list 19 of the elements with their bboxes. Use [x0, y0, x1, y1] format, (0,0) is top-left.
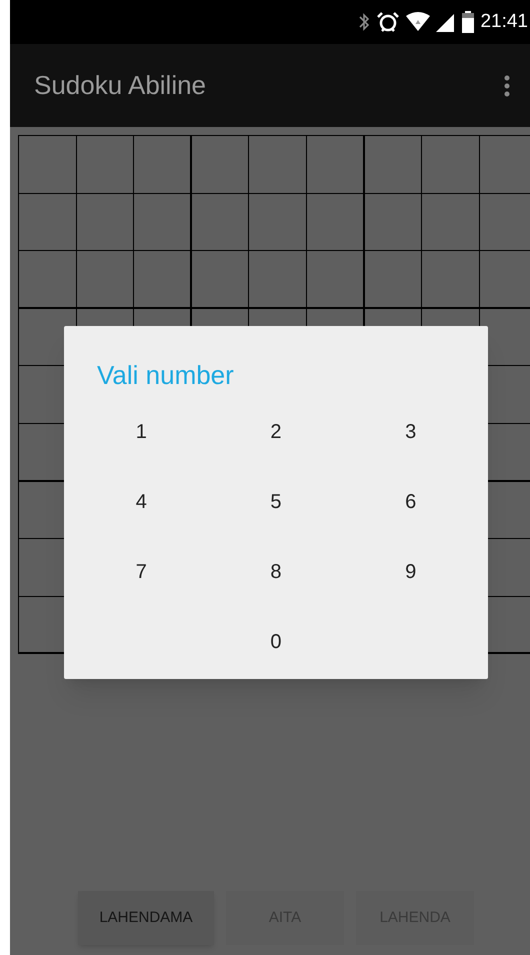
number-option[interactable]: 5	[246, 467, 306, 537]
number-option[interactable]: 1	[111, 397, 172, 467]
number-option[interactable]: 0	[246, 607, 306, 677]
dialog-title: Vali number	[97, 359, 235, 392]
alarm-icon	[376, 11, 400, 33]
number-option[interactable]: 9	[380, 537, 441, 607]
battery-icon	[462, 11, 474, 33]
number-option[interactable]: 7	[111, 537, 172, 607]
app-title: Sudoku Abiline	[34, 69, 206, 102]
bluetooth-icon	[358, 12, 370, 32]
number-option[interactable]: 2	[246, 397, 306, 467]
number-option[interactable]: 6	[380, 467, 441, 537]
number-option[interactable]: 4	[111, 467, 172, 537]
signal-icon	[436, 12, 456, 32]
more-options-icon[interactable]	[504, 74, 510, 96]
number-option[interactable]: 8	[246, 537, 306, 607]
wifi-icon	[406, 12, 430, 32]
status-time: 21:41	[480, 10, 528, 34]
number-option[interactable]: 3	[380, 397, 441, 467]
